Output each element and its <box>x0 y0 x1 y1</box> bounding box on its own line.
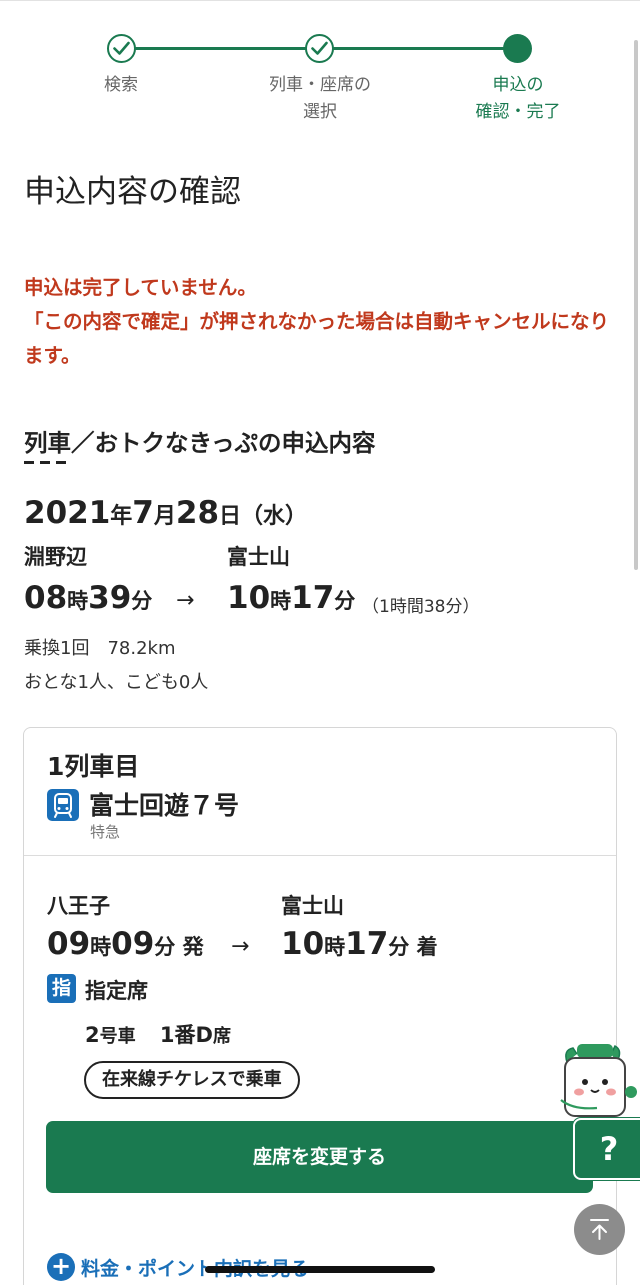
arrow-up-icon <box>590 1219 609 1240</box>
change-seat-button[interactable]: 座席を変更する <box>46 1121 593 1193</box>
step-1-check-icon <box>107 34 136 63</box>
leg-arrow-icon: → <box>231 934 250 959</box>
trip-to-station: 富士山 <box>227 545 290 569</box>
page-title: 申込内容の確認 <box>24 174 241 210</box>
train-type: 特急 <box>90 823 121 841</box>
trip-transfer-distance: 乗換1回 78.2km <box>24 638 176 659</box>
ticketless-badge: 在来線チケレスで乗車 <box>84 1061 300 1099</box>
section-title-decoration <box>24 461 68 464</box>
home-indicator[interactable] <box>205 1266 435 1273</box>
step-connector-1 <box>134 47 320 50</box>
step-3-label: 申込の 確認・完了 <box>475 75 561 122</box>
trip-from-station: 淵野辺 <box>24 545 87 569</box>
scrollbar[interactable] <box>634 40 638 570</box>
plus-circle-icon: + <box>47 1253 75 1281</box>
progress-stepper: 検索 列車・座席の 選択 申込の 確認・完了 <box>0 0 640 140</box>
trip-passengers: おとな1人、こども0人 <box>24 672 209 693</box>
trip-date: 2021年7月28日（水） <box>24 495 308 531</box>
scroll-to-top-button[interactable] <box>574 1204 625 1255</box>
trip-depart-time: 08時39分 <box>24 580 153 616</box>
trip-arrow-icon: → <box>176 588 195 613</box>
train-name: 富士回遊７号 <box>89 791 240 820</box>
mascot-icon[interactable] <box>553 1040 640 1120</box>
reserved-seat-icon: 指 <box>47 974 76 1003</box>
help-button[interactable]: ? <box>573 1118 640 1180</box>
warning-line-1: 申込は完了していません。 <box>24 276 257 299</box>
leg-arrive-time: 10時17分 着 <box>281 926 438 962</box>
train-icon <box>47 789 79 821</box>
step-connector-2 <box>332 47 518 50</box>
card-divider <box>24 855 616 856</box>
step-3-active-dot <box>503 34 532 63</box>
step-2-label: 列車・座席の 選択 <box>269 75 371 122</box>
seat-detail: 2号車 1番D席 <box>85 1023 231 1047</box>
warning-line-2: 「この内容で確定」が押されなかった場合は自動キャンセルになります。 <box>24 310 610 367</box>
leg-to-station: 富士山 <box>281 894 344 918</box>
incomplete-warning: 申込は完了していません。 「この内容で確定」が押されなかった場合は自動キャンセル… <box>24 271 624 373</box>
step-1-label: 検索 <box>104 75 138 95</box>
seat-class: 指定席 <box>85 979 148 1003</box>
section-title: 列車／おトクなきっぷの申込内容 <box>24 429 376 457</box>
trip-arrive-time: 10時17分 <box>227 580 356 616</box>
trip-duration: （1時間38分） <box>362 597 480 617</box>
leg-from-station: 八王子 <box>47 894 110 918</box>
leg-depart-time: 09時09分 発 <box>47 926 204 962</box>
leg-number: 1列車目 <box>47 752 140 781</box>
step-2-check-icon <box>305 34 334 63</box>
